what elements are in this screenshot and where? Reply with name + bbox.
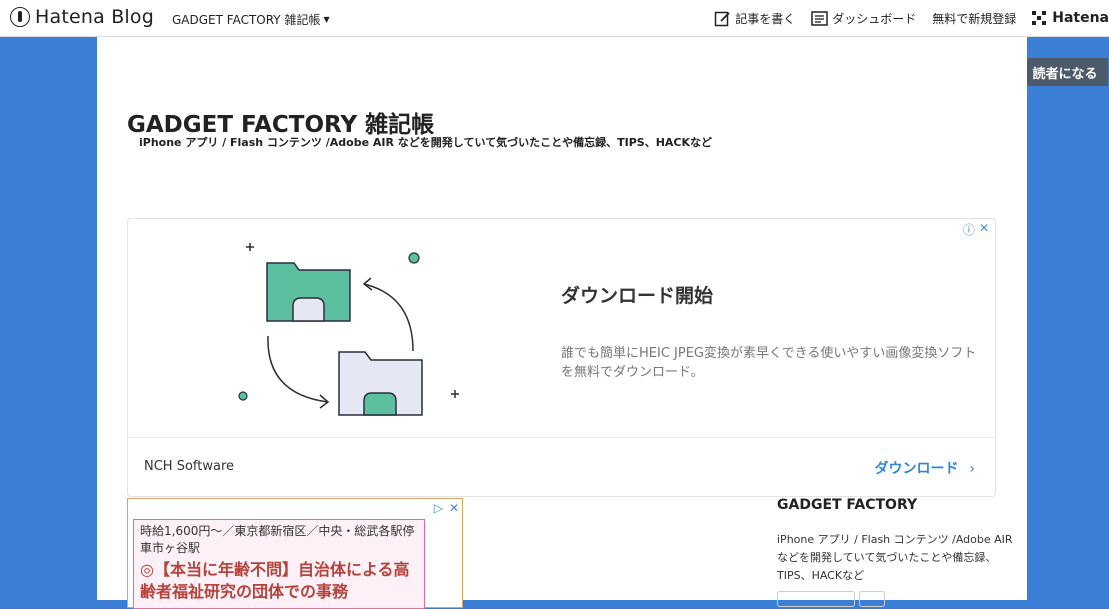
chevron-right-icon: ›	[969, 461, 975, 477]
close-icon[interactable]: ✕	[449, 501, 459, 515]
ad-headline[interactable]: ダウンロード開始	[561, 281, 713, 308]
close-icon[interactable]: ✕	[979, 221, 989, 238]
job-ad-headline: ◎【本当に年齢不問】自治体による高齢者福祉研究の団体での事務	[140, 560, 410, 601]
dashboard-label: ダッシュボード	[832, 11, 917, 26]
sidebar-profile: GADGET FACTORY iPhone アプリ / Flash コンテンツ …	[777, 497, 1017, 607]
blog-description: iPhone アプリ / Flash コンテンツ /Adobe AIR などを開…	[139, 136, 713, 149]
subscriber-count-badge	[859, 591, 885, 607]
caret-down-icon: ▼	[323, 15, 330, 24]
ad-download-button[interactable]: ダウンロード ›	[875, 458, 975, 478]
global-header: Hatena Blog GADGET FACTORY 雑記帳 ▼ 記事を書く ダ…	[0, 0, 1109, 37]
dashboard-icon	[811, 10, 828, 26]
subscribe-widget-button[interactable]	[777, 591, 855, 607]
sidebar-description: iPhone アプリ / Flash コンテンツ /Adobe AIR などを開…	[777, 533, 1013, 582]
sidebar-title[interactable]: GADGET FACTORY	[777, 497, 1017, 513]
edit-icon	[714, 11, 730, 26]
blog-menu-label: GADGET FACTORY 雑記帳	[172, 13, 321, 27]
subscribe-button[interactable]: 読者になる	[1022, 58, 1108, 86]
job-ad-content[interactable]: 時給1,600円〜／東京都新宿区／中央・総武各駅停車市ヶ谷駅 ◎【本当に年齢不問…	[133, 519, 425, 609]
sidebar-widgets	[777, 591, 1017, 607]
hatena-menu[interactable]: Hatena	[1032, 8, 1109, 28]
job-ad-banner[interactable]: ▷ ✕ 時給1,600円〜／東京都新宿区／中央・総武各駅停車市ヶ谷駅 ◎【本当に…	[127, 498, 463, 609]
ad-advertiser[interactable]: NCH Software	[144, 459, 234, 474]
ad2-choices[interactable]: ▷ ✕	[434, 501, 459, 515]
write-article-label: 記事を書く	[735, 11, 796, 26]
folder-sync-illustration	[238, 243, 459, 416]
signup-link[interactable]: 無料で新規登録	[932, 8, 1016, 28]
hatena-label: Hatena	[1052, 10, 1109, 26]
hatena-blog-logo[interactable]: Hatena Blog	[10, 6, 154, 28]
hatena-grid-icon	[1032, 11, 1047, 25]
ad-choices[interactable]: ⓘ ✕	[963, 221, 989, 238]
write-article-link[interactable]: 記事を書く	[714, 8, 795, 28]
hatena-logo-icon	[10, 7, 30, 27]
job-ad-details: 時給1,600円〜／東京都新宿区／中央・総武各駅停車市ヶ谷駅	[140, 524, 415, 555]
ad-body-text: 誰でも簡単にHEIC JPEG変換が素早くできる使いやすい画像変換ソフトを無料で…	[561, 346, 977, 380]
logo-text: Hatena Blog	[35, 6, 154, 28]
ad-divider	[128, 437, 995, 438]
signup-label: 無料で新規登録	[932, 11, 1017, 26]
ad-banner[interactable]: ⓘ ✕ ダウンロード開始 誰でも簡単にHEIC JPEG変換が素早くできる使いや…	[127, 218, 996, 497]
adchoices-icon[interactable]: ▷	[434, 501, 443, 515]
dashboard-link[interactable]: ダッシュボード	[811, 8, 916, 28]
header-nav: 記事を書く ダッシュボード 無料で新規登録 Hatena	[714, 8, 1109, 28]
info-icon[interactable]: ⓘ	[963, 221, 975, 238]
blog-menu-dropdown[interactable]: GADGET FACTORY 雑記帳 ▼	[172, 11, 330, 28]
blog-content: GADGET FACTORY 雑記帳 iPhone アプリ / Flash コン…	[97, 37, 1027, 609]
ad-cta-label: ダウンロード	[874, 461, 959, 477]
